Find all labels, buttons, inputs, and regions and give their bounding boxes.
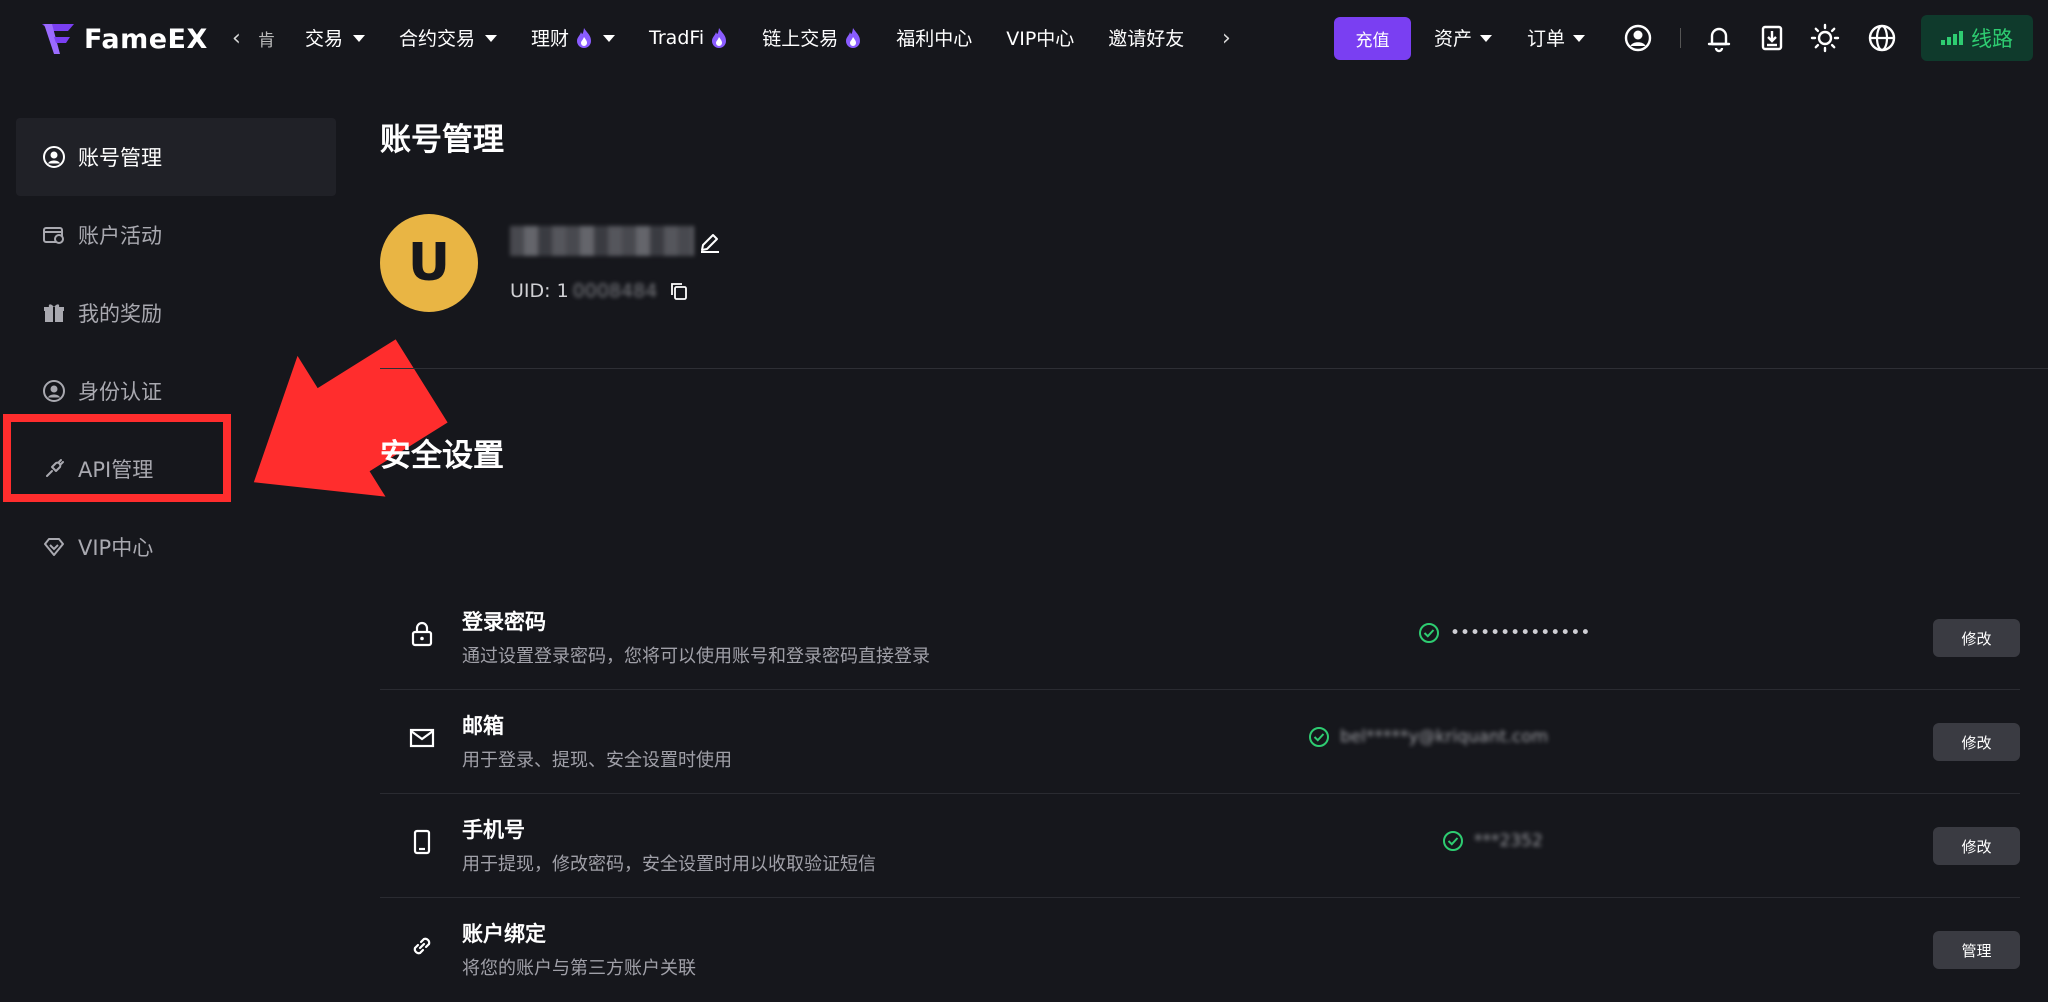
uid-row: UID: 1 0008484 xyxy=(510,280,689,302)
bell-icon[interactable] xyxy=(1703,22,1735,54)
activity-icon xyxy=(43,227,64,244)
section-divider xyxy=(380,368,2048,369)
deposit-button[interactable]: 充值 xyxy=(1334,17,1411,60)
row-description: 用于提现，修改密码，安全设置时用以收取验证短信 xyxy=(462,854,876,875)
nav-divider xyxy=(1680,28,1681,48)
row-status: bel*****y@kriquant.com xyxy=(1308,726,1548,748)
row-status: •••••••••••••• xyxy=(1418,622,1590,644)
user-circle-icon xyxy=(43,146,65,168)
flame-icon xyxy=(577,27,592,48)
page-title: 账号管理 xyxy=(380,122,504,158)
security-row-account-binding: 账户绑定 将您的账户与第三方账户关联 管理 xyxy=(380,898,2020,1002)
modify-password-button[interactable]: 修改 xyxy=(1933,619,2020,657)
gift-icon xyxy=(44,304,64,322)
nav-item-earn[interactable]: 理财 xyxy=(531,24,616,51)
sidebar-item-label: VIP中心 xyxy=(78,536,154,560)
orders-menu[interactable]: 订单 xyxy=(1527,24,1586,51)
nav-item-label: 交易 xyxy=(305,28,344,50)
sun-icon[interactable] xyxy=(1809,22,1841,54)
signal-icon xyxy=(1941,31,1963,45)
nav-item-label: TradFi xyxy=(649,26,705,49)
nav-prev-arrow[interactable]: ‹ xyxy=(232,26,241,51)
annotation-highlight-box xyxy=(3,414,231,502)
caret-down-icon xyxy=(485,35,498,42)
caret-down-icon xyxy=(1480,35,1493,42)
edit-pencil-icon[interactable] xyxy=(698,230,722,254)
username-masked xyxy=(510,226,694,256)
sidebar-item-vip-center[interactable]: VIP中心 xyxy=(16,508,336,586)
nav-item-label: 邀请好友 xyxy=(1108,28,1185,50)
user-circle-icon[interactable] xyxy=(1622,22,1654,54)
id-icon xyxy=(43,380,65,402)
lock-icon xyxy=(411,621,433,647)
brand-logo[interactable]: FameEX xyxy=(40,20,208,58)
caret-down-icon xyxy=(1573,35,1586,42)
nav-item-label: VIP中心 xyxy=(1006,28,1075,50)
uid-value: 0008484 xyxy=(572,280,658,302)
sidebar-item-account-management[interactable]: 账号管理 xyxy=(16,118,336,196)
sidebar-item-account-activity[interactable]: 账户活动 xyxy=(16,196,336,274)
sidebar-item-label: 账号管理 xyxy=(78,146,162,170)
status-value: •••••••••••••• xyxy=(1450,623,1591,643)
copy-icon[interactable] xyxy=(669,281,689,301)
check-circle-icon xyxy=(1309,727,1329,747)
security-settings-title: 安全设置 xyxy=(380,438,504,474)
globe-icon[interactable] xyxy=(1866,22,1898,54)
status-value: bel*****y@kriquant.com xyxy=(1340,727,1549,747)
nav-item-trade[interactable]: 交易 xyxy=(305,24,366,51)
modify-phone-button[interactable]: 修改 xyxy=(1933,827,2020,865)
manage-binding-button[interactable]: 管理 xyxy=(1933,931,2020,969)
brand-name: FameEX xyxy=(84,23,208,55)
sidebar-item-label: 账户活动 xyxy=(78,224,162,248)
assets-label: 资产 xyxy=(1434,28,1473,50)
fameex-logo-icon xyxy=(42,24,74,54)
nav-item-invite[interactable]: 邀请好友 xyxy=(1108,24,1184,51)
link-icon xyxy=(413,937,431,955)
nav-item-label: 链上交易 xyxy=(762,28,839,50)
route-label: 线路 xyxy=(1971,27,2013,51)
nav-item-rewards[interactable]: 福利中心 xyxy=(896,24,972,51)
nav-item-futures[interactable]: 合约交易 xyxy=(399,24,498,51)
row-status: ***2352 xyxy=(1442,830,1543,852)
row-description: 用于登录、提现、安全设置时使用 xyxy=(462,750,732,771)
flame-icon xyxy=(712,27,727,48)
download-icon[interactable] xyxy=(1756,22,1788,54)
avatar[interactable]: U xyxy=(380,214,478,312)
nav-item-onchain[interactable]: 链上交易 xyxy=(762,24,862,51)
diamond-icon xyxy=(44,538,64,556)
caret-down-icon xyxy=(353,35,366,42)
security-row-phone: 手机号 用于提现，修改密码，安全设置时用以收取验证短信 ***2352 修改 xyxy=(380,794,2020,898)
security-row-password: 登录密码 通过设置登录密码，您将可以使用账号和登录密码直接登录 ••••••••… xyxy=(380,586,2020,690)
row-description: 通过设置登录密码，您将可以使用账号和登录密码直接登录 xyxy=(462,646,930,667)
row-title: 邮箱 xyxy=(462,714,504,738)
top-navigation-bar: FameEX ‹ 肯 交易 合约交易 理财 TradFi 链上交易 福利中心 V… xyxy=(0,0,2048,78)
nav-next-arrow[interactable]: › xyxy=(1222,26,1231,51)
modify-email-button[interactable]: 修改 xyxy=(1933,723,2020,761)
nav-item-vip[interactable]: VIP中心 xyxy=(1006,24,1074,51)
check-circle-icon xyxy=(1419,623,1439,643)
uid-label: UID: 1 xyxy=(510,280,569,302)
row-title: 登录密码 xyxy=(462,610,546,634)
caret-down-icon xyxy=(603,35,616,42)
route-button[interactable]: 线路 xyxy=(1921,15,2033,61)
security-row-email: 邮箱 用于登录、提现、安全设置时使用 bel*****y@kriquant.co… xyxy=(380,690,2020,794)
sidebar-item-label: 我的奖励 xyxy=(78,302,162,326)
mail-icon xyxy=(409,728,435,748)
nav-item-label: 福利中心 xyxy=(896,28,973,50)
check-circle-icon xyxy=(1443,831,1463,851)
assets-menu[interactable]: 资产 xyxy=(1434,24,1493,51)
phone-icon xyxy=(413,829,431,855)
annotation-arrow-icon xyxy=(253,339,448,497)
nav-item-truncated[interactable]: 肯 xyxy=(258,26,275,51)
nav-item-label: 理财 xyxy=(531,28,570,50)
nav-item-tradfi[interactable]: TradFi xyxy=(649,27,728,49)
nav-item-label: 合约交易 xyxy=(399,28,476,50)
status-value: ***2352 xyxy=(1474,831,1543,851)
row-description: 将您的账户与第三方账户关联 xyxy=(462,958,696,979)
orders-label: 订单 xyxy=(1527,28,1566,50)
sidebar-item-label: 身份认证 xyxy=(78,380,162,404)
flame-icon xyxy=(846,27,861,48)
nav-menu: 交易 合约交易 理财 TradFi 链上交易 福利中心 VIP中心 邀请好友 xyxy=(305,24,1184,51)
row-title: 手机号 xyxy=(462,818,525,842)
